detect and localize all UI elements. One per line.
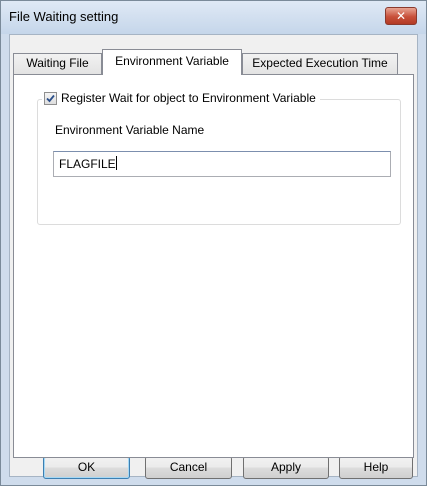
close-icon: ✕ — [395, 9, 407, 23]
register-checkbox-row[interactable]: Register Wait for object to Environment … — [42, 91, 320, 105]
env-variable-name-input[interactable]: FLAGFILE — [53, 151, 391, 177]
ok-button-label: OK — [77, 460, 96, 474]
tab-expected-execution-time[interactable]: Expected Execution Time — [242, 53, 398, 74]
tab-label: Waiting File — [26, 56, 89, 70]
help-button[interactable]: Help — [339, 456, 413, 479]
dialog-window: File Waiting setting ✕ Waiting File Envi… — [0, 0, 427, 486]
checkmark-icon — [46, 94, 55, 102]
title-bar[interactable]: File Waiting setting ✕ — [1, 1, 426, 34]
ok-button[interactable]: OK — [43, 456, 130, 479]
register-checkbox[interactable] — [44, 91, 57, 105]
tab-waiting-file[interactable]: Waiting File — [13, 53, 102, 74]
apply-button-label: Apply — [270, 460, 302, 474]
tab-label: Environment Variable — [115, 54, 229, 68]
window-title: File Waiting setting — [9, 9, 119, 24]
help-button-label: Help — [363, 460, 389, 474]
checkbox-label: Register Wait for object to Environment … — [61, 91, 316, 105]
close-button[interactable]: ✕ — [385, 7, 417, 25]
env-variable-name-label: Environment Variable Name — [55, 123, 205, 137]
tab-environment-variable[interactable]: Environment Variable — [102, 49, 242, 75]
cancel-button-label: Cancel — [169, 460, 208, 474]
text-caret — [115, 156, 117, 170]
env-variable-name-value: FLAGFILE — [59, 157, 116, 171]
tab-label: Expected Execution Time — [252, 56, 388, 70]
apply-button[interactable]: Apply — [243, 456, 329, 479]
cancel-button[interactable]: Cancel — [145, 456, 232, 479]
dialog-body: Waiting File Environment Variable Expect… — [9, 34, 418, 479]
